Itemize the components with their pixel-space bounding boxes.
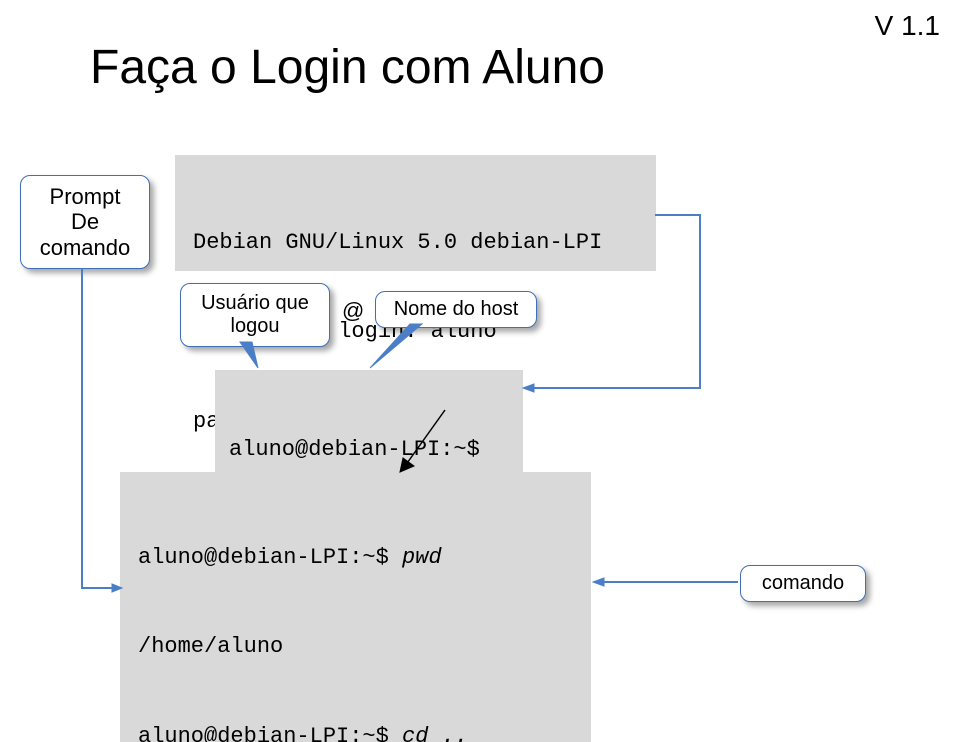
slide-page: V 1.1 Faça o Login com Aluno Prompt De c… [0, 0, 960, 742]
callout-prompt-line2: De [35, 209, 135, 234]
terminal-session: aluno@debian-LPI:~$ pwd /home/aluno alun… [120, 472, 591, 742]
session-line-2: /home/aluno [138, 632, 573, 662]
session-line-3: aluno@debian-LPI:~$ cd .. [138, 722, 573, 742]
callout-prompt-line3: comando [35, 235, 135, 260]
callout-usuario-line2: logou [195, 315, 315, 338]
callout-prompt: Prompt De comando [20, 175, 150, 269]
terminal-login: Debian GNU/Linux 5.0 debian-LPI debian-L… [175, 155, 656, 271]
callout-prompt-line1: Prompt [35, 184, 135, 209]
callout-host-text: Nome do host [394, 298, 519, 320]
session-line-1: aluno@debian-LPI:~$ pwd [138, 543, 573, 573]
callout-usuario: Usuário que logou [180, 283, 330, 347]
login-line-1: Debian GNU/Linux 5.0 debian-LPI [193, 228, 638, 258]
callout-host: Nome do host [375, 291, 537, 328]
at-symbol: @ [342, 298, 364, 324]
slide-title: Faça o Login com Aluno [90, 40, 605, 95]
version-label: V 1.1 [875, 10, 940, 42]
callout-usuario-line1: Usuário que [195, 292, 315, 315]
callout-comando-text: comando [762, 572, 844, 594]
callout-comando: comando [740, 565, 866, 602]
prompt-text: aluno@debian-LPI:~$ [229, 435, 509, 465]
